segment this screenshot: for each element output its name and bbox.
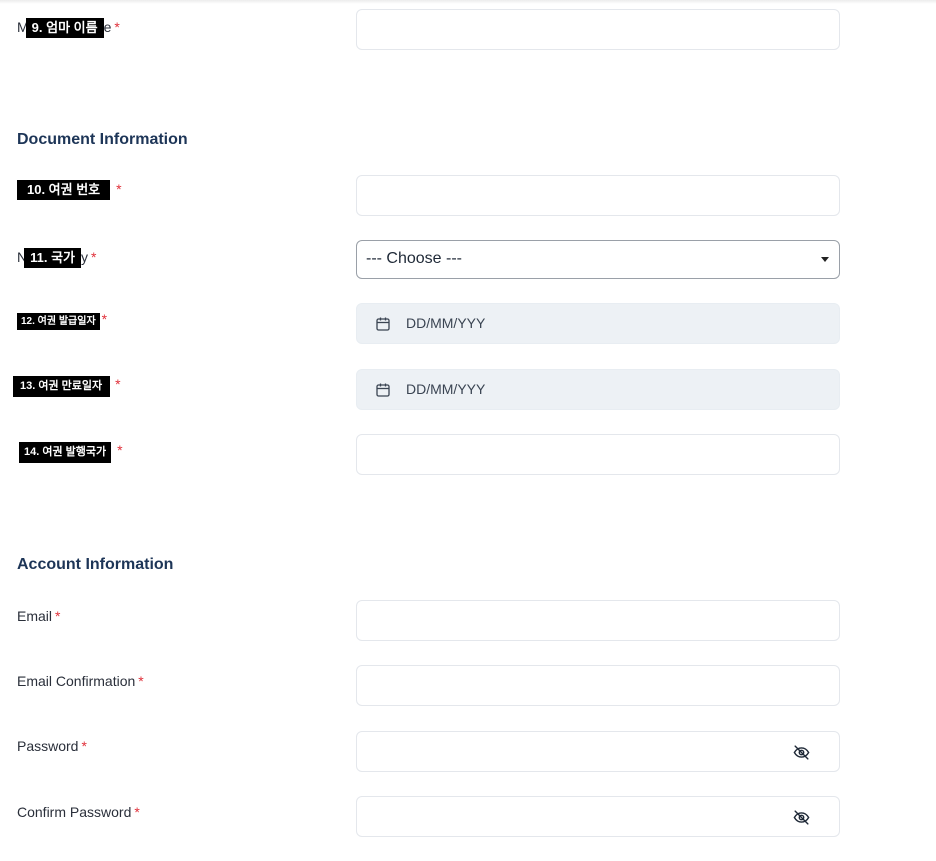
- eye-off-icon[interactable]: [792, 743, 811, 762]
- email-input[interactable]: [356, 600, 840, 641]
- required-marker: *: [91, 249, 97, 265]
- password-input[interactable]: [356, 731, 840, 772]
- required-marker: *: [114, 19, 120, 35]
- required-marker: *: [117, 442, 123, 458]
- issue-date-picker[interactable]: DD/MM/YYY: [356, 303, 840, 344]
- mother-name-label: M 9. 엄마 이름 e *: [17, 18, 120, 38]
- email-label: Email *: [17, 607, 60, 625]
- issuing-country-label: 14. 여권 발행국가 *: [19, 441, 123, 463]
- nationality-label: N 11. 국가 y *: [17, 248, 96, 268]
- required-marker: *: [101, 311, 108, 327]
- password-label: Password *: [17, 737, 87, 755]
- top-shadow: [0, 0, 936, 4]
- required-marker: *: [81, 738, 87, 754]
- eye-off-icon[interactable]: [792, 808, 811, 827]
- issue-date-label: 12. 여권 발급일자 *: [17, 310, 107, 330]
- email-confirmation-input[interactable]: [356, 665, 840, 706]
- required-marker: *: [115, 376, 121, 392]
- annotation-tag: 14. 여권 발행국가: [19, 442, 112, 463]
- label-text: Email: [17, 608, 53, 624]
- calendar-icon: [376, 317, 390, 331]
- nationality-select[interactable]: --- Choose ---: [356, 240, 840, 279]
- select-value: --- Choose ---: [366, 250, 463, 267]
- label-text: Email Confirmation: [17, 673, 136, 689]
- label-suffix: y: [81, 249, 89, 265]
- caret-down-icon: [821, 257, 829, 262]
- section-title-account: Account Information: [17, 556, 174, 573]
- required-marker: *: [134, 804, 140, 820]
- passport-number-label: 10. 여권 번호 *: [17, 180, 122, 200]
- annotation-tag: 13. 여권 만료일자: [13, 376, 111, 397]
- calendar-icon: [376, 383, 390, 397]
- required-marker: *: [138, 673, 144, 689]
- passport-number-input[interactable]: [356, 175, 840, 216]
- expiry-date-picker[interactable]: DD/MM/YYY: [356, 369, 840, 410]
- annotation-tag: 11. 국가: [24, 248, 82, 268]
- label-text: Confirm Password: [17, 804, 132, 820]
- email-confirmation-label: Email Confirmation *: [17, 672, 144, 690]
- annotation-tag: 9. 엄마 이름: [25, 18, 104, 38]
- annotation-tag: 10. 여권 번호: [17, 180, 111, 200]
- date-placeholder: DD/MM/YYY: [406, 315, 486, 331]
- annotation-tag: 12. 여권 발급일자: [17, 313, 100, 330]
- label-text: Password: [17, 738, 79, 754]
- confirm-password-input[interactable]: [356, 796, 840, 837]
- confirm-password-label: Confirm Password *: [17, 803, 140, 821]
- issuing-country-input[interactable]: [356, 434, 840, 475]
- date-placeholder: DD/MM/YYY: [406, 381, 486, 397]
- required-marker: *: [116, 181, 122, 197]
- expiry-date-label: 13. 여권 만료일자 *: [13, 375, 121, 397]
- required-marker: *: [55, 608, 61, 624]
- section-title-document: Document Information: [17, 131, 188, 148]
- mother-name-input[interactable]: [356, 9, 840, 50]
- label-suffix: e: [103, 19, 112, 35]
